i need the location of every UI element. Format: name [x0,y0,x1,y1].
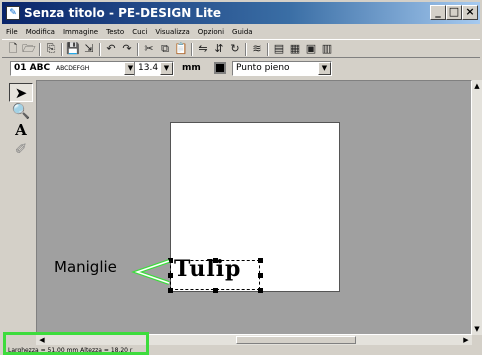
menu-bar: File Modifica Immagine Testo Cuci Visualizza O… [2,25,480,39]
menu-modifica[interactable]: Modifica [22,25,59,39]
flip-icon[interactable]: ⇵ [212,42,226,56]
menu-visualizza[interactable]: Visualizza [151,25,193,39]
chevron-down-icon[interactable]: ▼ [318,62,331,75]
callout-label: Maniglie [54,258,117,276]
title-bar[interactable]: ✎ Senza titolo - PE-DESIGN Lite _ □ × [2,2,480,24]
toolbar-separator [99,43,101,56]
selection-handle[interactable] [168,288,173,293]
vertical-scrollbar[interactable]: ▲ ▼ [472,80,482,335]
toolbar-separator [61,43,63,56]
app-icon[interactable]: ✎ [6,6,20,20]
text-toolbar: 01 ABC ABCDEFGH ▼ 13.4 ▼ mm Punto pieno … [2,59,480,77]
size-select[interactable]: 13.4 ▼ [134,61,174,76]
design-center-icon[interactable]: ▦ [288,42,302,56]
callout-arrow-icon [131,259,170,285]
redo-icon[interactable]: ↷ [120,42,134,56]
toolbar-separator [137,43,139,56]
font-select[interactable]: 01 ABC ABCDEFGH ▼ [10,61,138,76]
preview-icon[interactable]: ▤ [272,42,286,56]
tool-palette: ➤ 🔍 A ✐ [9,83,33,173]
thread-color-swatch[interactable] [214,62,226,74]
window-title: Senza titolo - PE-DESIGN Lite [24,6,222,20]
selection-handle[interactable] [258,273,263,278]
manual-punch-icon[interactable]: ✐ [9,140,33,159]
scroll-left-icon[interactable]: ◀ [36,335,48,345]
menu-guida[interactable]: Guida [228,25,257,39]
transfer-icon[interactable]: ▣ [304,42,318,56]
rotate-icon[interactable]: ↻ [228,42,242,56]
size-value: 13.4 [138,63,159,73]
mirror-icon[interactable]: ⇋ [196,42,210,56]
zoom-tool-icon[interactable]: 🔍 [9,102,33,121]
size-unit: mm [182,63,201,73]
open-icon[interactable]: 🗁 [22,42,36,56]
status-text: Larghezza = 51.00 mm Altezza = 18.20 r [8,347,133,354]
chevron-down-icon[interactable]: ▼ [160,62,173,75]
toolbar-separator [191,43,193,56]
font-value: 01 ABC [14,63,51,73]
save-as-icon[interactable]: ⇲ [82,42,96,56]
stitch-icon[interactable]: ≋ [250,42,264,56]
close-button[interactable]: × [462,5,478,20]
scroll-right-icon[interactable]: ▶ [460,335,472,345]
scroll-down-icon[interactable]: ▼ [472,323,482,335]
menu-testo[interactable]: Testo [102,25,128,39]
stitch-type-select[interactable]: Punto pieno ▼ [232,61,332,76]
arrow-tool-icon[interactable]: ➤ [9,83,33,102]
selection-handle[interactable] [258,258,263,263]
text-tool-icon[interactable]: A [9,121,33,140]
undo-icon[interactable]: ↶ [104,42,118,56]
import-icon[interactable]: ⎘ [44,42,58,56]
stitch-type-value: Punto pieno [236,63,290,73]
toolbar-separator [39,43,41,56]
font-sample: ABCDEFGH [55,65,90,72]
selection-handle[interactable] [213,288,218,293]
menu-file[interactable]: File [2,25,22,39]
scroll-up-icon[interactable]: ▲ [472,80,482,92]
menu-cuci[interactable]: Cuci [128,25,151,39]
toolbar-separator [245,43,247,56]
text-object[interactable]: Tulip [174,256,241,282]
horizontal-scrollbar[interactable]: ◀ ▶ [36,335,472,345]
toolbar-separator [267,43,269,56]
scrollbar-thumb[interactable] [236,336,356,344]
copy-icon[interactable]: ⧉ [158,42,172,56]
minimize-button[interactable]: _ [430,5,446,20]
app-window: ✎ Senza titolo - PE-DESIGN Lite _ □ × Fi… [0,0,482,355]
menu-immagine[interactable]: Immagine [59,25,102,39]
paste-icon[interactable]: 📋 [174,42,188,56]
main-toolbar: 🗋 🗁 ⎘ 💾 ⇲ ↶ ↷ ✂ ⧉ 📋 ⇋ ⇵ ↻ ≋ ▤ ▦ ▣ ▥ [2,39,480,58]
save-icon[interactable]: 💾 [66,42,80,56]
menu-opzioni[interactable]: Opzioni [194,25,228,39]
maximize-button[interactable]: □ [446,5,462,20]
cut-icon[interactable]: ✂ [142,42,156,56]
selection-handle[interactable] [258,288,263,293]
card-icon[interactable]: ▥ [320,42,334,56]
new-icon[interactable]: 🗋 [6,42,20,56]
